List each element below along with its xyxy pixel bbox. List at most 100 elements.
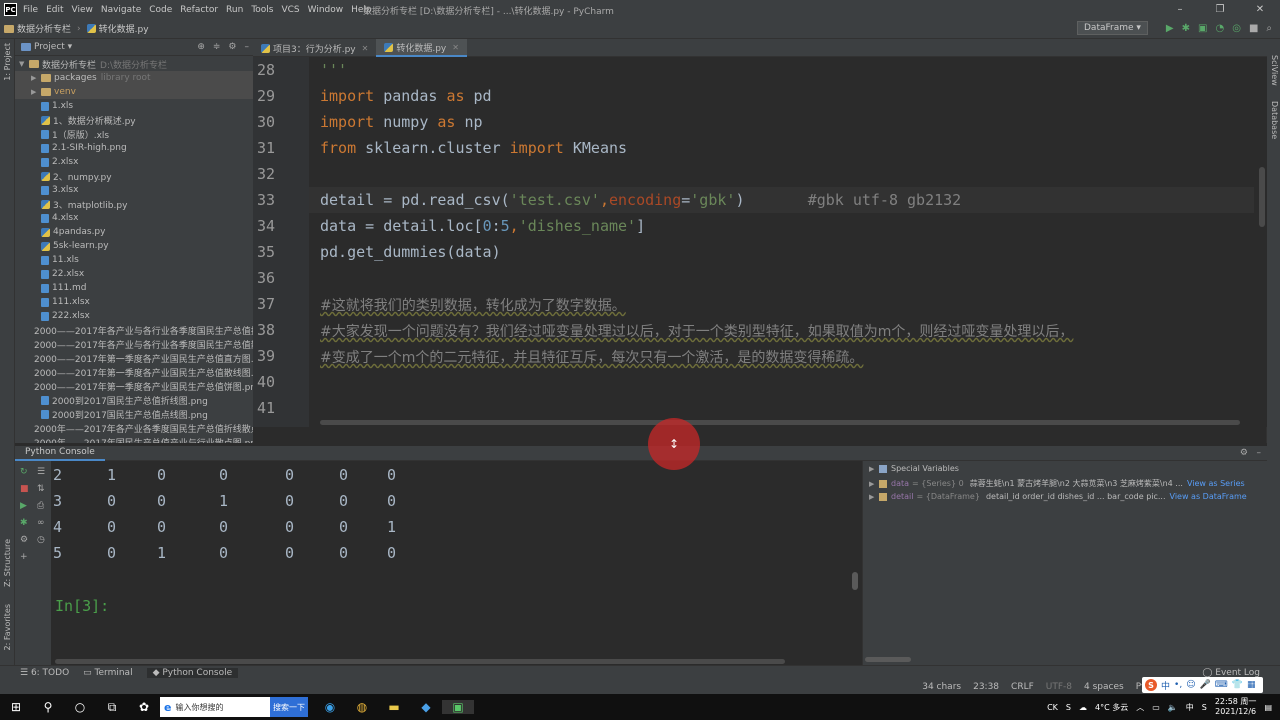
input-language[interactable]: 中 bbox=[1186, 702, 1194, 713]
editor-vertical-scrollbar[interactable] bbox=[1259, 167, 1265, 227]
status-indent[interactable]: 4 spaces bbox=[1084, 682, 1124, 692]
coverage-icon[interactable]: ▣ bbox=[1198, 23, 1207, 34]
menu-edit[interactable]: Edit bbox=[46, 5, 63, 15]
tree-item[interactable]: 2000年——2017年各产业各季度国民生产总值折线散点 bbox=[15, 421, 253, 435]
cortana-icon[interactable]: ○ bbox=[64, 700, 96, 714]
chrome-icon[interactable]: ◍ bbox=[346, 700, 378, 714]
close-button[interactable]: ✕ bbox=[1240, 0, 1280, 19]
view-as-link[interactable]: View as Series bbox=[1187, 479, 1245, 488]
tree-item[interactable]: 4pandas.py bbox=[15, 225, 253, 239]
profile-icon[interactable]: ◔ bbox=[1215, 23, 1224, 34]
project-tool-button[interactable]: 1: Project bbox=[3, 43, 12, 81]
minimize-button[interactable]: – bbox=[1160, 0, 1200, 19]
ime-item[interactable]: ▦ bbox=[1247, 680, 1256, 690]
search-icon[interactable]: ⚲ bbox=[32, 700, 64, 714]
variable-row[interactable]: ▶ data = {Series} 0 蒜蓉生蚝\n1 蒙古烤羊腿\n2 大蒜苋菜\n… bbox=[869, 478, 1245, 489]
tree-item[interactable]: ▶ venv bbox=[15, 85, 253, 99]
tree-item[interactable]: 2000——2017年各产业与各行业各季度国民生产总值散 bbox=[15, 337, 253, 351]
messenger-icon[interactable]: ◆ bbox=[410, 700, 442, 714]
tree-item[interactable]: 2.xlsx bbox=[15, 155, 253, 169]
ime-item[interactable]: 🎤 bbox=[1200, 680, 1211, 690]
breadcrumb-file[interactable]: 转化数据.py bbox=[86, 22, 149, 35]
stop-icon[interactable]: ■ bbox=[20, 484, 29, 494]
tree-item[interactable]: 1.xls bbox=[15, 99, 253, 113]
ime-toolbar[interactable]: S 中 •, ☺ 🎤 ⌨ 👕 ▦ bbox=[1142, 677, 1263, 693]
clock[interactable]: 22:58 周一 2021/12/6 bbox=[1215, 697, 1257, 717]
debug-icon[interactable]: ✱ bbox=[1182, 23, 1190, 34]
volume-icon[interactable]: 🔈 bbox=[1168, 703, 1178, 712]
rerun-icon[interactable]: ↻ bbox=[20, 467, 28, 477]
close-tab-icon[interactable]: ✕ bbox=[452, 43, 459, 52]
tree-item[interactable]: 2000年——2017年国民生产总值产业与行业散点图.png bbox=[15, 435, 253, 444]
tree-item[interactable]: 111.md bbox=[15, 281, 253, 295]
tree-item[interactable]: 5sk-learn.py bbox=[15, 239, 253, 253]
terminal-tool-button[interactable]: ▭ Terminal bbox=[83, 668, 132, 678]
gear-icon[interactable]: ⚙ bbox=[228, 42, 236, 52]
pycharm-taskbar-icon[interactable]: ▣ bbox=[442, 700, 474, 714]
menu-file[interactable]: File bbox=[23, 5, 38, 15]
tree-item[interactable]: 2000——2017年第一季度各产业国民生产总值散线图.pn bbox=[15, 365, 253, 379]
execute-icon[interactable]: ▶ bbox=[20, 501, 27, 511]
tree-item[interactable]: 1、数据分析概述.py bbox=[15, 113, 253, 127]
variables-scrollbar[interactable] bbox=[865, 657, 911, 662]
tray-sogou2-icon[interactable]: S bbox=[1202, 703, 1207, 712]
ime-item[interactable]: •, bbox=[1174, 680, 1182, 690]
scroll-to-end-icon[interactable]: ☰ bbox=[37, 467, 45, 477]
tree-item[interactable]: 2.1-SIR-high.png bbox=[15, 141, 253, 155]
concurrency-icon[interactable]: ◎ bbox=[1232, 23, 1241, 34]
editor-tab[interactable]: 项目3：行为分析.py ✕ bbox=[253, 39, 376, 57]
special-variables-row[interactable]: ▶ Special Variables bbox=[869, 464, 959, 473]
run-configuration-select[interactable]: DataFrame ▾ bbox=[1077, 21, 1148, 35]
run-icon[interactable]: ▶ bbox=[1166, 23, 1174, 34]
view-as-link[interactable]: View as DataFrame bbox=[1170, 492, 1247, 501]
expand-arrow-icon[interactable]: ▶ bbox=[869, 480, 879, 488]
menu-navigate[interactable]: Navigate bbox=[101, 5, 141, 15]
menu-run[interactable]: Run bbox=[226, 5, 243, 15]
tab-python-console[interactable]: Python Console bbox=[15, 446, 105, 461]
taskbar-search-button[interactable]: 搜索一下 bbox=[270, 697, 308, 717]
debug-console-icon[interactable]: ✱ bbox=[20, 518, 28, 528]
collapse-all-icon[interactable]: ≑ bbox=[213, 42, 221, 52]
network-icon[interactable]: ▭ bbox=[1152, 703, 1160, 712]
edge-icon[interactable]: ◉ bbox=[314, 700, 346, 714]
weather-text[interactable]: 4°C 多云 bbox=[1095, 702, 1128, 713]
console-output[interactable]: 2 1 0 0 0 0 0 3 0 0 1 0 0 0 4 0 0 0 0 0 1 5 0 1 0 0 0 0 In[3]: bbox=[51, 461, 859, 659]
tree-item[interactable]: 4.xlsx bbox=[15, 211, 253, 225]
close-tab-icon[interactable]: ✕ bbox=[362, 44, 369, 53]
ime-item[interactable]: 👕 bbox=[1232, 680, 1243, 690]
code-editor[interactable]: 28 29 30 31 32 33 34 35 36 37 38 39 40 41 ''' import p… bbox=[253, 57, 1267, 427]
console-horizontal-scrollbar[interactable] bbox=[55, 659, 785, 664]
search-everywhere-icon[interactable]: ⌕ bbox=[1266, 23, 1272, 34]
tree-item[interactable]: 22.xlsx bbox=[15, 267, 253, 281]
notification-icon[interactable]: ▤ bbox=[1264, 703, 1272, 712]
console-vertical-scrollbar[interactable] bbox=[852, 572, 858, 590]
editor-horizontal-scrollbar[interactable] bbox=[320, 420, 1240, 425]
favorites-tool-button[interactable]: 2: Favorites bbox=[3, 604, 12, 650]
locate-icon[interactable]: ⊕ bbox=[197, 42, 205, 52]
menu-code[interactable]: Code bbox=[149, 5, 172, 15]
add-console-icon[interactable]: + bbox=[20, 552, 28, 562]
tree-item[interactable]: 2000——2017年各产业与各行业各季度国民生产总值折 bbox=[15, 323, 253, 337]
console-settings-icon[interactable]: ⚙ – bbox=[1240, 448, 1261, 458]
ime-item[interactable]: ☺ bbox=[1186, 680, 1195, 690]
tree-item[interactable]: 2000到2017国民生产总值折线图.png bbox=[15, 393, 253, 407]
tree-item[interactable]: ▼ 数据分析专栏 D:\数据分析专栏 bbox=[15, 57, 253, 71]
ime-item[interactable]: ⌨ bbox=[1215, 680, 1228, 690]
tree-item[interactable]: 11.xls bbox=[15, 253, 253, 267]
task-view-icon[interactable]: ⧉ bbox=[96, 700, 128, 715]
tree-item[interactable]: 1（原版）.xls bbox=[15, 127, 253, 141]
tree-item[interactable]: 3、matplotlib.py bbox=[15, 197, 253, 211]
menu-vcs[interactable]: VCS bbox=[281, 5, 299, 15]
sciview-tool-button[interactable]: SciView bbox=[1270, 55, 1279, 86]
weather-icon[interactable]: ☁ bbox=[1079, 703, 1087, 712]
tray-app-icon[interactable]: CK bbox=[1047, 703, 1058, 712]
tree-item[interactable]: 3.xlsx bbox=[15, 183, 253, 197]
print-icon[interactable]: ⎙ bbox=[37, 501, 44, 511]
menu-tools[interactable]: Tools bbox=[251, 5, 273, 15]
tree-item[interactable]: 2、numpy.py bbox=[15, 169, 253, 183]
maximize-button[interactable]: ❐ bbox=[1200, 0, 1240, 19]
tree-item[interactable]: 2000——2017年第一季度各产业国民生产总值饼图.png bbox=[15, 379, 253, 393]
expand-arrow-icon[interactable]: ▶ bbox=[31, 88, 41, 96]
database-tool-button[interactable]: Database bbox=[1270, 101, 1279, 139]
chevron-up-icon[interactable]: ︿ bbox=[1136, 702, 1144, 713]
